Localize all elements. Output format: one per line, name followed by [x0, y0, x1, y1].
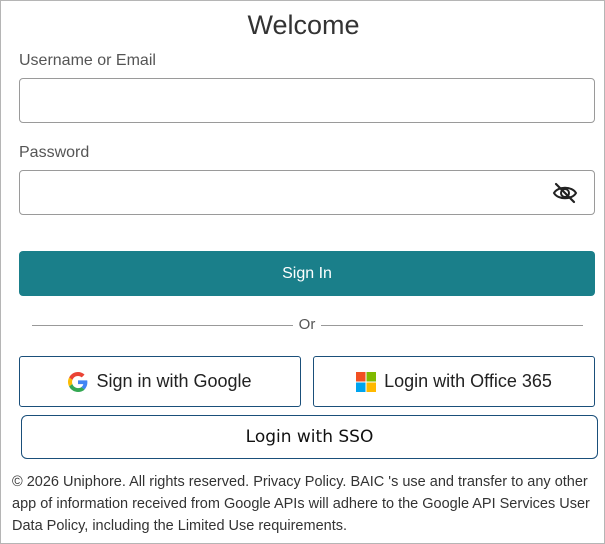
microsoft-logo-icon	[356, 371, 377, 392]
office365-login-label: Login with Office 365	[384, 371, 552, 391]
eye-off-icon[interactable]	[552, 182, 578, 204]
google-sign-in-label: Sign in with Google	[96, 371, 252, 391]
copyright-text: © 2026 Uniphore. All rights reserved.	[12, 474, 250, 490]
footer-notice: © 2026 Uniphore. All rights reserved. Pr…	[12, 471, 602, 537]
sso-login-button[interactable]: Login with SSO	[21, 415, 598, 459]
page-title: Welcome	[247, 10, 360, 40]
google-sign-in-button[interactable]: Sign in with Google	[19, 356, 301, 407]
divider-line-left	[32, 325, 293, 326]
username-label: Username or Email	[19, 52, 156, 69]
privacy-policy-link[interactable]: Privacy Policy.	[253, 474, 346, 490]
divider-line-right	[321, 325, 583, 326]
password-input[interactable]	[19, 170, 595, 215]
login-panel: Welcome Username or Email Password Sign …	[0, 0, 605, 544]
password-label: Password	[19, 144, 90, 161]
google-logo-icon	[68, 371, 88, 392]
sign-in-button[interactable]: Sign In	[19, 251, 595, 296]
divider-or-label: Or	[298, 316, 316, 333]
username-input[interactable]	[19, 78, 595, 123]
office365-login-button[interactable]: Login with Office 365	[313, 356, 595, 407]
